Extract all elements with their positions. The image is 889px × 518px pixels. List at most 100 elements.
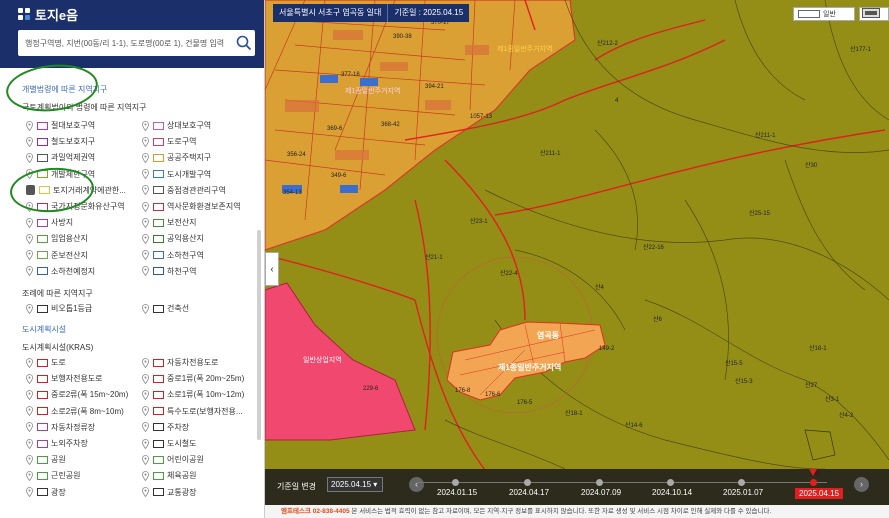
map-pin-icon[interactable] [26,266,33,277]
collapse-sidebar-button[interactable]: ‹ [265,252,279,286]
layer-button[interactable] [859,7,889,21]
layer-checkbox[interactable] [37,137,48,146]
layer-checkbox[interactable] [153,202,164,211]
timeline-date[interactable]: 2024.07.09 [581,488,621,497]
map-pin-icon[interactable] [142,266,149,277]
layer-item[interactable]: 주차장 [142,422,189,433]
map-pin-icon[interactable] [26,470,33,481]
map-pin-icon[interactable] [142,233,149,244]
layer-item[interactable]: 교통광장 [142,487,196,498]
map-pin-icon[interactable] [26,454,33,465]
timeline-dot[interactable] [452,479,459,486]
layer-item[interactable]: 하천구역 [142,266,196,277]
layer-item[interactable]: 자동차정류장 [26,422,95,433]
layer-checkbox[interactable] [153,251,164,260]
layer-item[interactable]: 근린공원 [26,470,80,481]
map-pin-icon[interactable] [142,470,149,481]
layer-checkbox[interactable] [37,488,48,497]
layer-checkbox[interactable] [37,471,48,480]
layer-item[interactable]: 특수도로(보행자전용... [142,406,243,417]
layer-item[interactable]: 도로구역 [142,136,196,147]
timeline-next-button[interactable]: › [854,477,869,492]
map-pin-icon[interactable] [26,406,33,417]
layer-checkbox[interactable] [153,153,164,162]
timeline-date[interactable]: 2024.10.14 [652,488,692,497]
layer-checkbox[interactable] [37,218,48,227]
map-pin-icon[interactable] [26,303,33,314]
layer-checkbox[interactable] [37,234,48,243]
layer-checkbox[interactable] [153,186,164,195]
layer-item[interactable]: 체육공원 [142,470,196,481]
timeline-date[interactable]: 2025.04.15 [795,488,844,499]
map-pin-icon[interactable] [26,250,33,261]
layer-item[interactable]: 소하천구역 [142,250,204,261]
layer-checkbox[interactable] [153,170,164,179]
layer-checkbox[interactable] [153,423,164,432]
layer-checkbox[interactable] [153,121,164,130]
layer-checkbox[interactable] [153,455,164,464]
layer-checkbox[interactable] [37,390,48,399]
layer-item[interactable]: 중점경관관리구역 [142,185,226,196]
timeline-dot[interactable] [667,479,674,486]
search-input[interactable] [18,38,233,48]
layer-checkbox[interactable] [153,218,164,227]
map-pin-icon[interactable] [142,152,149,163]
map-pin-icon[interactable] [142,303,149,314]
layer-item[interactable]: 사방지 [26,217,73,228]
map-pin-icon[interactable] [142,120,149,131]
layer-checkbox[interactable] [153,304,164,313]
layer-item[interactable]: 역사문화환경보존지역 [142,201,241,212]
map-pin-icon[interactable] [26,438,33,449]
map-pin-icon[interactable] [142,454,149,465]
timeline-dot[interactable] [524,479,531,486]
layer-checkbox[interactable] [153,137,164,146]
layer-checkbox[interactable] [37,358,48,367]
layer-checkbox[interactable] [37,121,48,130]
map-pin-icon[interactable] [26,152,33,163]
map-pin-icon[interactable] [26,357,33,368]
map-pin-icon[interactable] [142,487,149,498]
map-pin-icon[interactable] [142,185,149,196]
search-icon[interactable] [233,32,255,54]
map-pin-icon[interactable] [142,373,149,384]
layer-checkbox[interactable] [37,304,48,313]
layer-item[interactable]: 비오톱1등급 [26,303,92,314]
layer-checkbox[interactable] [37,267,48,276]
map-pin-icon[interactable] [26,233,33,244]
map-view[interactable]: 제1종일반주거지역 제1종일반주거지역 제1종일반주거지역 염곡동 일반상업지역… [265,0,889,518]
map-pin-icon[interactable] [142,201,149,212]
layer-item[interactable]: 보행자전용도로 [26,373,103,384]
map-pin-icon[interactable] [142,422,149,433]
layer-item[interactable]: 소하천예정지 [26,266,95,277]
layer-checkbox[interactable] [153,439,164,448]
layer-checkbox[interactable] [153,407,164,416]
layer-item[interactable]: 철도보호지구 [26,136,95,147]
layer-item[interactable]: 공원 [26,454,66,465]
timeline-date[interactable]: 2024.04.17 [509,488,549,497]
layer-checkbox[interactable] [153,374,164,383]
sidebar-scrollbar[interactable] [257,230,261,440]
map-pin-icon[interactable] [26,422,33,433]
layer-item[interactable]: 도시철도 [142,438,196,449]
layer-item[interactable]: 건축선 [142,303,189,314]
map-pin-icon[interactable] [26,136,33,147]
map-pin-icon[interactable] [142,217,149,228]
map-pin-icon[interactable] [26,389,33,400]
timeline-date[interactable]: 2024.01.15 [437,488,477,497]
layer-item[interactable]: 중로1류(폭 20m~25m) [142,373,244,384]
map-pin-icon[interactable] [142,357,149,368]
layer-item[interactable]: 보전산지 [142,217,196,228]
layer-checkbox[interactable] [37,374,48,383]
layer-checkbox[interactable] [37,251,48,260]
layer-item[interactable]: 중로2류(폭 15m~20m) [26,389,128,400]
layer-item[interactable]: 소로2류(폭 8m~10m) [26,406,124,417]
layer-checkbox[interactable] [153,358,164,367]
app-logo[interactable]: 토지e음 [18,6,78,23]
legend-toggle[interactable]: 일반 [793,7,855,21]
layer-item[interactable]: 공공주택지구 [142,152,211,163]
layer-checkbox[interactable] [153,488,164,497]
map-pin-icon[interactable] [142,169,149,180]
layer-checkbox[interactable] [153,267,164,276]
layer-item[interactable]: 임업용산지 [26,233,88,244]
layer-checkbox[interactable] [37,439,48,448]
